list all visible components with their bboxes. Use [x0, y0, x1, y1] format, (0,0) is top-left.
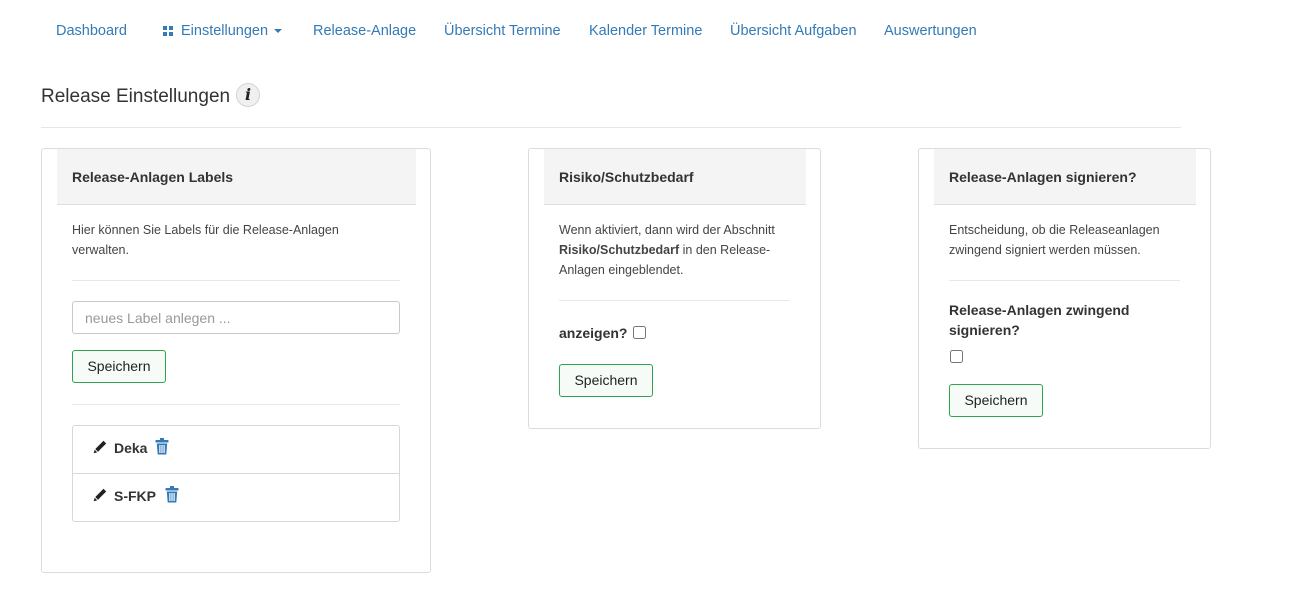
grid-icon: [163, 26, 173, 36]
save-label-button[interactable]: Speichern: [72, 350, 166, 383]
show-risk-label: anzeigen?: [559, 325, 628, 341]
nav-kalender-termine[interactable]: Kalender Termine: [589, 22, 702, 40]
save-risk-button[interactable]: Speichern: [559, 364, 653, 397]
info-icon[interactable]: i: [236, 83, 260, 107]
nav-einstellungen-dropdown[interactable]: Einstellungen: [163, 22, 283, 40]
pencil-icon[interactable]: [93, 488, 107, 502]
save-sign-button[interactable]: Speichern: [949, 384, 1043, 417]
sign-panel: Release-Anlagen signieren? Entscheidung,…: [918, 148, 1211, 449]
pencil-icon[interactable]: [93, 440, 107, 454]
label-name: Deka: [114, 440, 148, 456]
labels-panel-description: Hier können Sie Labels für die Release-A…: [72, 223, 339, 257]
description-bold: Risiko/Schutzbedarf: [559, 243, 680, 257]
nav-dashboard[interactable]: Dashboard: [56, 22, 127, 40]
new-label-input[interactable]: [72, 301, 400, 334]
show-risk-checkbox[interactable]: [633, 326, 646, 339]
description-text: Wenn aktiviert, dann wird der Abschnitt: [559, 223, 775, 237]
page-title: Release Einstellungen: [41, 86, 231, 107]
nav-uebersicht-aufgaben[interactable]: Übersicht Aufgaben: [730, 22, 857, 40]
nav-release-anlage[interactable]: Release-Anlage: [313, 22, 416, 40]
divider: [72, 404, 400, 405]
nav-auswertungen[interactable]: Auswertungen: [884, 22, 977, 40]
risk-panel-heading: Risiko/Schutzbedarf: [544, 149, 806, 205]
sign-panel-heading: Release-Anlagen signieren?: [934, 149, 1196, 205]
chevron-down-icon: [274, 29, 283, 33]
divider: [72, 280, 400, 281]
labels-panel: Release-Anlagen Labels Hier können Sie L…: [41, 148, 431, 573]
label-name: S-FKP: [114, 488, 156, 504]
labels-panel-heading: Release-Anlagen Labels: [57, 149, 416, 205]
label-list: Deka S-FKP: [72, 425, 400, 522]
divider: [559, 300, 790, 301]
risk-panel: Risiko/Schutzbedarf Wenn aktiviert, dann…: [528, 148, 821, 429]
trash-icon[interactable]: [165, 486, 179, 503]
nav-einstellungen-label: Einstellungen: [181, 23, 269, 39]
top-nav: Dashboard Einstellungen Release-Anlage Ü…: [0, 0, 1300, 62]
list-item: S-FKP: [73, 473, 399, 520]
sign-panel-description: Entscheidung, ob die Releaseanlagen zwin…: [949, 223, 1160, 257]
nav-uebersicht-termine[interactable]: Übersicht Termine: [444, 22, 561, 40]
header-divider: [41, 127, 1181, 128]
divider: [949, 280, 1180, 281]
trash-icon[interactable]: [155, 438, 169, 455]
list-item: Deka: [73, 426, 399, 473]
require-sign-checkbox[interactable]: [950, 350, 963, 363]
require-sign-label: Release-Anlagen zwingend signieren?: [949, 302, 1130, 338]
risk-panel-description: Wenn aktiviert, dann wird der Abschnitt …: [559, 220, 799, 280]
